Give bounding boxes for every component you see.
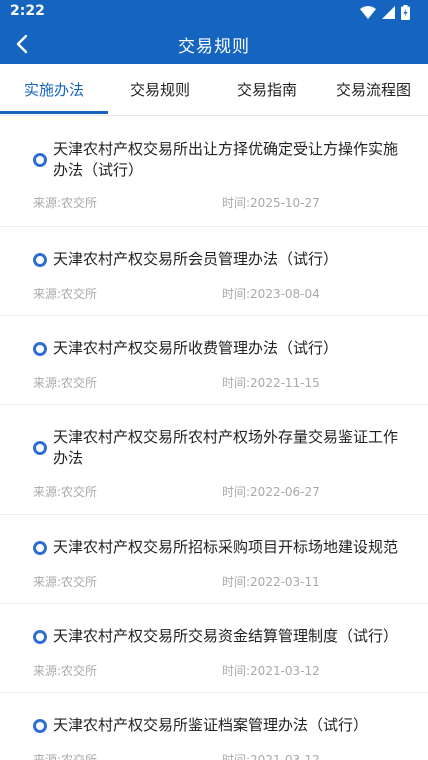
item-title: 天津农村产权交易所农村产权场外存量交易鉴证工作办法 [53,428,399,467]
item-time: 时间:2023-08-04 [222,287,320,301]
list-item[interactable]: 天津农村产权交易所招标采购项目开标场地建设规范 来源:农交所 时间:2022-0… [0,515,428,604]
bullet-icon [33,630,47,644]
item-time: 时间:2021-03-12 [222,753,320,760]
item-time: 时间:2022-03-11 [222,575,320,589]
item-source: 来源:农交所 [33,575,98,589]
tab-trading-guide[interactable]: 交易指南 [237,64,297,116]
list-item[interactable]: 天津农村产权交易所收费管理办法（试行） 来源:农交所 时间:2022-11-15 [0,316,428,405]
active-tab-indicator [0,111,108,114]
tab-trading-rules[interactable]: 交易规则 [130,64,190,116]
app-header: 2:22 交易规则 [0,0,428,64]
bullet-icon [33,541,47,555]
item-title: 天津农村产权交易所会员管理办法（试行） [53,250,339,268]
battery-icon [401,4,410,20]
bullet-icon [33,441,47,455]
list-item[interactable]: 天津农村产权交易所鉴证档案管理办法（试行） 来源:农交所 时间:2021-03-… [0,693,428,760]
list-item[interactable]: 天津农村产权交易所交易资金结算管理制度（试行） 来源:农交所 时间:2021-0… [0,604,428,693]
status-icons [360,4,410,20]
bullet-icon [33,719,47,733]
item-title: 天津农村产权交易所收费管理办法（试行） [53,339,339,357]
list-item[interactable]: 天津农村产权交易所出让方择优确定受让方操作实施办法（试行） 来源:农交所 时间:… [0,117,428,227]
item-time: 时间:2025-10-27 [222,196,320,210]
item-time: 时间:2021-03-12 [222,664,320,678]
tab-bar: 实施办法 交易规则 交易指南 交易流程图 [0,64,428,116]
item-title: 天津农村产权交易所交易资金结算管理制度（试行） [53,627,399,645]
bullet-icon [33,342,47,356]
list-item[interactable]: 天津农村产权交易所农村产权场外存量交易鉴证工作办法 来源:农交所 时间:2022… [0,405,428,515]
bullet-icon [33,153,47,167]
list-item[interactable]: 天津农村产权交易所会员管理办法（试行） 来源:农交所 时间:2023-08-04 [0,227,428,316]
item-time: 时间:2022-06-27 [222,485,320,499]
item-title: 天津农村产权交易所招标采购项目开标场地建设规范 [53,538,399,556]
wifi-icon [360,5,376,19]
item-source: 来源:农交所 [33,287,98,301]
item-source: 来源:农交所 [33,485,98,499]
rules-list: 天津农村产权交易所出让方择优确定受让方操作实施办法（试行） 来源:农交所 时间:… [0,117,428,760]
status-time: 2:22 [10,3,45,19]
page-title: 交易规则 [178,37,250,57]
toolbar: 交易规则 [0,24,428,64]
tab-implementation-measures[interactable]: 实施办法 [24,64,84,116]
tab-trading-flowchart[interactable]: 交易流程图 [336,64,411,116]
item-title: 天津农村产权交易所鉴证档案管理办法（试行） [53,716,369,734]
item-source: 来源:农交所 [33,753,98,760]
status-bar: 2:22 [0,0,428,24]
bullet-icon [33,253,47,267]
item-source: 来源:农交所 [33,196,98,210]
item-source: 来源:农交所 [33,664,98,678]
item-time: 时间:2022-11-15 [222,376,320,390]
item-source: 来源:农交所 [33,376,98,390]
signal-icon [382,5,395,19]
item-title: 天津农村产权交易所出让方择优确定受让方操作实施办法（试行） [53,140,399,179]
